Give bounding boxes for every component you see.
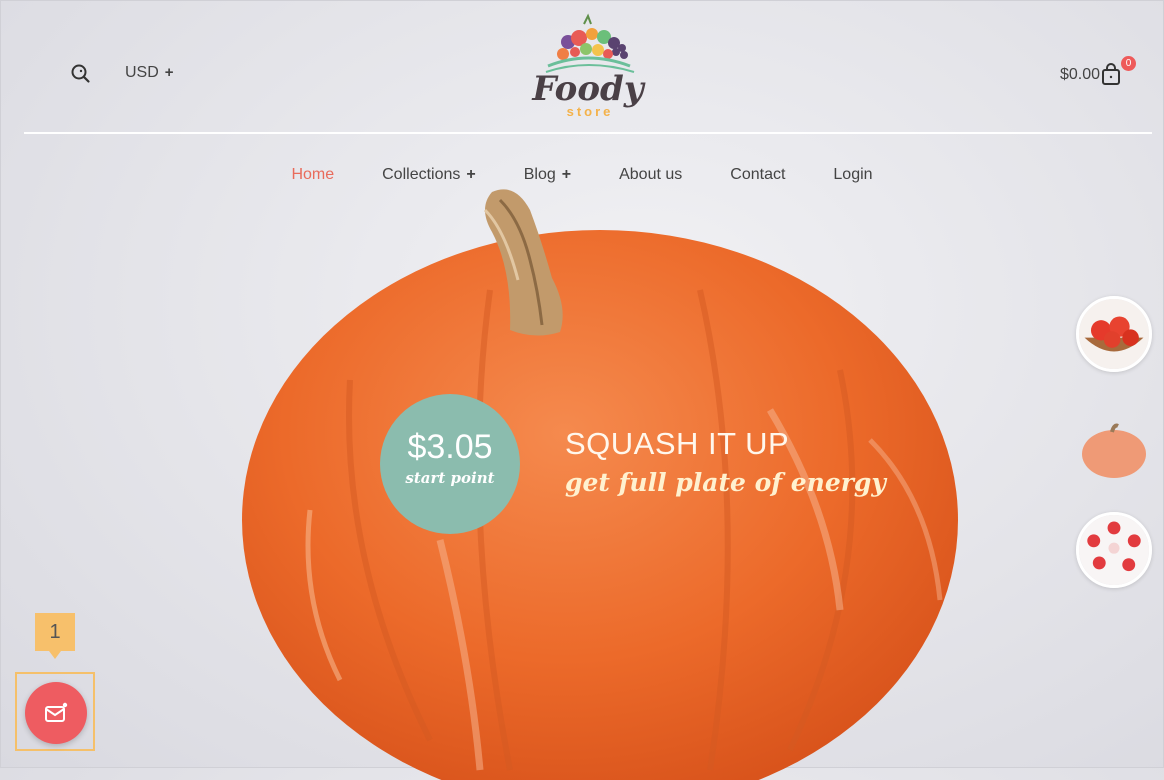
price-value: $3.05 bbox=[407, 428, 493, 466]
hero-subtitle: get full plate of energy bbox=[565, 468, 886, 497]
foody-store-logo[interactable]: Foody store bbox=[518, 12, 658, 122]
plus-icon: + bbox=[164, 64, 174, 81]
mail-icon bbox=[45, 702, 68, 722]
cart-count-badge: 0 bbox=[1121, 56, 1136, 71]
newsletter-button[interactable] bbox=[25, 682, 87, 744]
logo-subtitle: store bbox=[567, 104, 614, 119]
hero-title: SQUASH IT UP bbox=[565, 426, 790, 461]
shopping-bag-icon[interactable] bbox=[1100, 62, 1122, 86]
slide-thumb-tomatoes[interactable] bbox=[1076, 296, 1152, 372]
logo-wordmark: Foody bbox=[531, 69, 645, 109]
slide-thumb-apples[interactable] bbox=[1076, 512, 1152, 588]
slide-thumb-pumpkin[interactable] bbox=[1076, 410, 1152, 486]
currency-label: USD bbox=[125, 64, 159, 81]
price-caption: start point bbox=[405, 469, 495, 487]
search-icon[interactable] bbox=[70, 63, 92, 85]
site-header: USD + Foody store $0.00 0 bbox=[24, 0, 1152, 134]
currency-selector[interactable]: USD + bbox=[125, 64, 174, 82]
cart-total[interactable]: $0.00 bbox=[1060, 66, 1100, 84]
price-badge: $3.05 start point bbox=[380, 394, 520, 534]
step-number-badge: 1 bbox=[35, 613, 75, 659]
